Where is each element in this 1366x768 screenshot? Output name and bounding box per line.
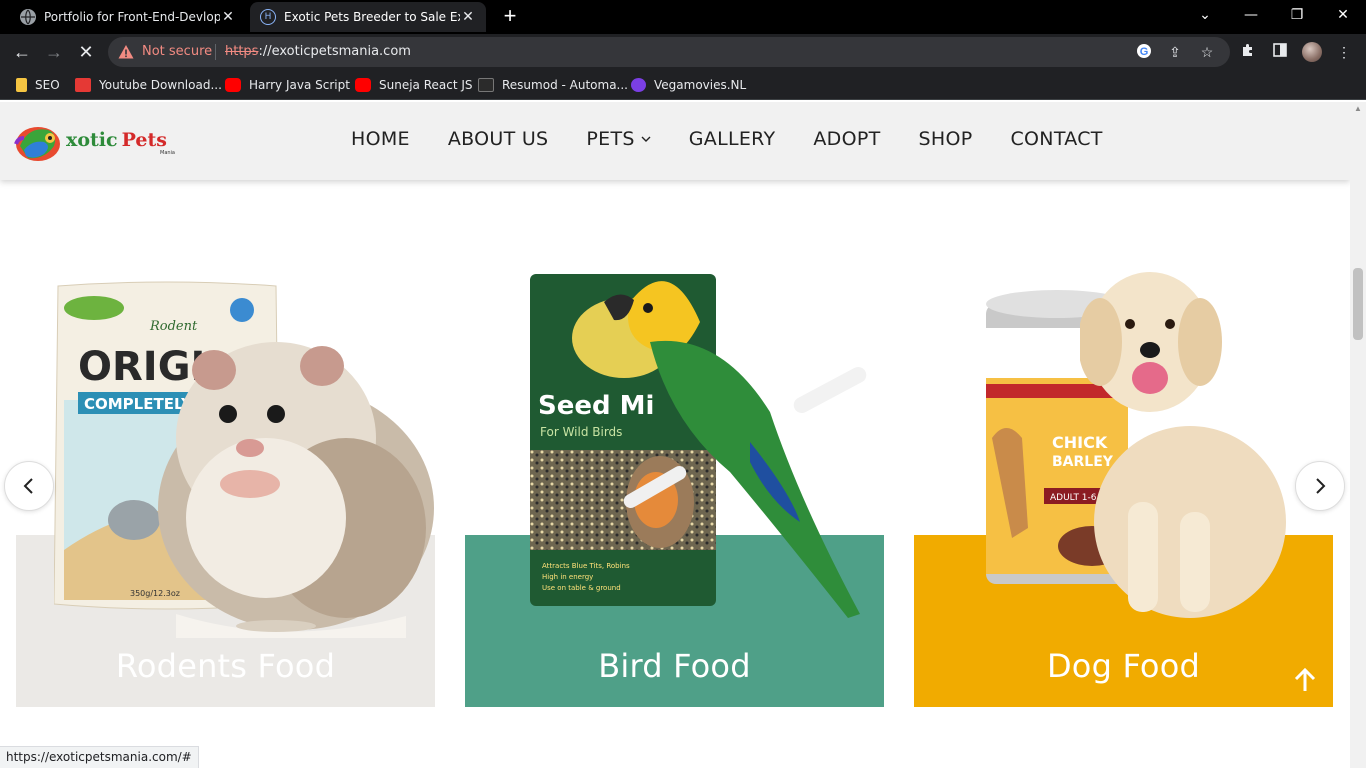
bookmark-label: Vegamovies.NL	[654, 78, 747, 92]
bookmark-seo[interactable]: SEO	[16, 76, 60, 94]
browser-tab-bar: Portfolio for Front-End-Devloper ✕ H Exo…	[0, 0, 1366, 34]
nav-pets[interactable]: PETS	[586, 128, 651, 150]
url-scheme: https	[225, 44, 259, 59]
download-icon	[75, 78, 91, 92]
share-icon[interactable]: ⇪	[1166, 43, 1184, 61]
chevron-down-icon	[641, 136, 651, 142]
chevron-left-icon	[23, 478, 33, 494]
profile-avatar[interactable]	[1302, 42, 1322, 62]
svg-text:G: G	[1140, 46, 1149, 58]
youtube-icon	[225, 78, 241, 92]
bookmark-vegamovies[interactable]: Vegamovies.NL	[631, 76, 746, 94]
card-label: Dog Food	[1046, 647, 1201, 685]
warning-icon[interactable]	[118, 44, 134, 60]
bookmark-label: Suneja React JS	[379, 78, 473, 92]
nav-contact[interactable]: CONTACT	[1010, 128, 1102, 150]
bookmark-label: Harry Java Script	[249, 78, 350, 92]
site-favicon-icon: H	[260, 9, 276, 25]
bookmarks-bar: SEO Youtube Download... Harry Java Scrip…	[0, 70, 1366, 100]
nav-gallery[interactable]: GALLERY	[689, 128, 776, 150]
main-nav: HOME ABOUT US PETS GALLERY ADOPT SHOP CO…	[351, 128, 1141, 150]
restore-button[interactable]: ❐	[1274, 0, 1320, 30]
side-panel-icon[interactable]	[1270, 42, 1290, 62]
arrow-up-icon	[1294, 667, 1316, 691]
close-tab-icon[interactable]: ✕	[220, 9, 236, 25]
tab-portfolio[interactable]: Portfolio for Front-End-Devloper ✕	[10, 2, 246, 32]
bookmark-suneja-react[interactable]: Suneja React JS	[355, 76, 473, 94]
v-logo-icon	[631, 78, 646, 92]
close-window-button[interactable]: ✕	[1320, 0, 1366, 30]
url-host: ://exoticpetsmania.com	[258, 44, 411, 59]
bag-note-2: High in energy	[542, 573, 593, 581]
status-bar-url: https://exoticpetsmania.com/#	[0, 746, 199, 768]
nav-shop[interactable]: SHOP	[919, 128, 973, 150]
forward-button[interactable]: →	[42, 40, 66, 64]
globe-icon	[20, 9, 36, 25]
nav-home[interactable]: HOME	[351, 128, 410, 150]
nav-about-us[interactable]: ABOUT US	[448, 128, 549, 150]
security-label[interactable]: Not secure	[142, 44, 212, 59]
bookmark-label: SEO	[35, 78, 60, 92]
tab-exotic-pets[interactable]: H Exotic Pets Breeder to Sale Exotic ✕	[250, 2, 486, 32]
youtube-icon	[355, 78, 371, 92]
hamster-image	[146, 318, 436, 638]
more-menu-icon[interactable]: ⋮	[1334, 42, 1354, 62]
extensions-puzzle-icon[interactable]	[1238, 42, 1258, 62]
page-icon	[478, 78, 494, 92]
tab-title: Exotic Pets Breeder to Sale Exotic	[284, 10, 460, 24]
bookmark-label: Resumod - Automa...	[502, 78, 628, 92]
back-to-top-button[interactable]	[1290, 665, 1320, 695]
logo-subtext: Mania	[160, 150, 175, 156]
browser-toolbar: ← → ✕ Not secure https://exoticpetsmania…	[0, 34, 1366, 70]
bookmark-harry-js[interactable]: Harry Java Script	[225, 76, 350, 94]
logo-wordmark: xotic Pets	[66, 129, 167, 151]
carousel-next-button[interactable]	[1295, 461, 1345, 511]
scrollbar-thumb[interactable]	[1353, 268, 1363, 340]
web-page: xotic Pets Mania HOME ABOUT US PETS GALLE…	[0, 102, 1350, 768]
url-text[interactable]: https://exoticpetsmania.com	[225, 44, 411, 59]
bookmark-star-icon[interactable]: ☆	[1198, 43, 1216, 61]
carousel-prev-button[interactable]	[4, 461, 54, 511]
nav-pets-label: PETS	[586, 128, 635, 150]
bookmark-label: Youtube Download...	[99, 78, 222, 92]
tab-title: Portfolio for Front-End-Devloper	[44, 10, 220, 24]
google-lens-icon[interactable]: G	[1135, 43, 1153, 61]
close-tab-icon[interactable]: ✕	[460, 9, 476, 25]
chameleon-logo-icon	[14, 127, 60, 161]
stop-loading-button[interactable]: ✕	[74, 40, 98, 64]
bookmark-youtube-download[interactable]: Youtube Download...	[75, 76, 222, 94]
folder-icon	[16, 78, 27, 92]
chevron-right-icon	[1316, 478, 1326, 494]
bookmark-resumod[interactable]: Resumod - Automa...	[478, 76, 628, 94]
tab-search-icon[interactable]: ⌄	[1182, 0, 1228, 30]
minimize-button[interactable]: —	[1228, 0, 1274, 30]
site-header: xotic Pets Mania HOME ABOUT US PETS GALLE…	[0, 102, 1350, 180]
parrot-and-robin-image	[600, 262, 870, 622]
nav-adopt[interactable]: ADOPT	[813, 128, 880, 150]
golden-retriever-image	[1078, 262, 1290, 622]
site-logo[interactable]: xotic Pets Mania	[14, 120, 184, 164]
back-button[interactable]: ←	[10, 40, 34, 64]
card-label: Rodents Food	[115, 647, 336, 685]
card-label: Bird Food	[598, 647, 751, 685]
new-tab-button[interactable]: +	[498, 5, 522, 29]
page-scrollbar[interactable]: ▲	[1350, 102, 1366, 768]
address-bar[interactable]: Not secure https://exoticpetsmania.com G…	[108, 37, 1230, 67]
divider	[215, 44, 216, 60]
scroll-up-arrow-icon[interactable]: ▲	[1354, 104, 1362, 113]
